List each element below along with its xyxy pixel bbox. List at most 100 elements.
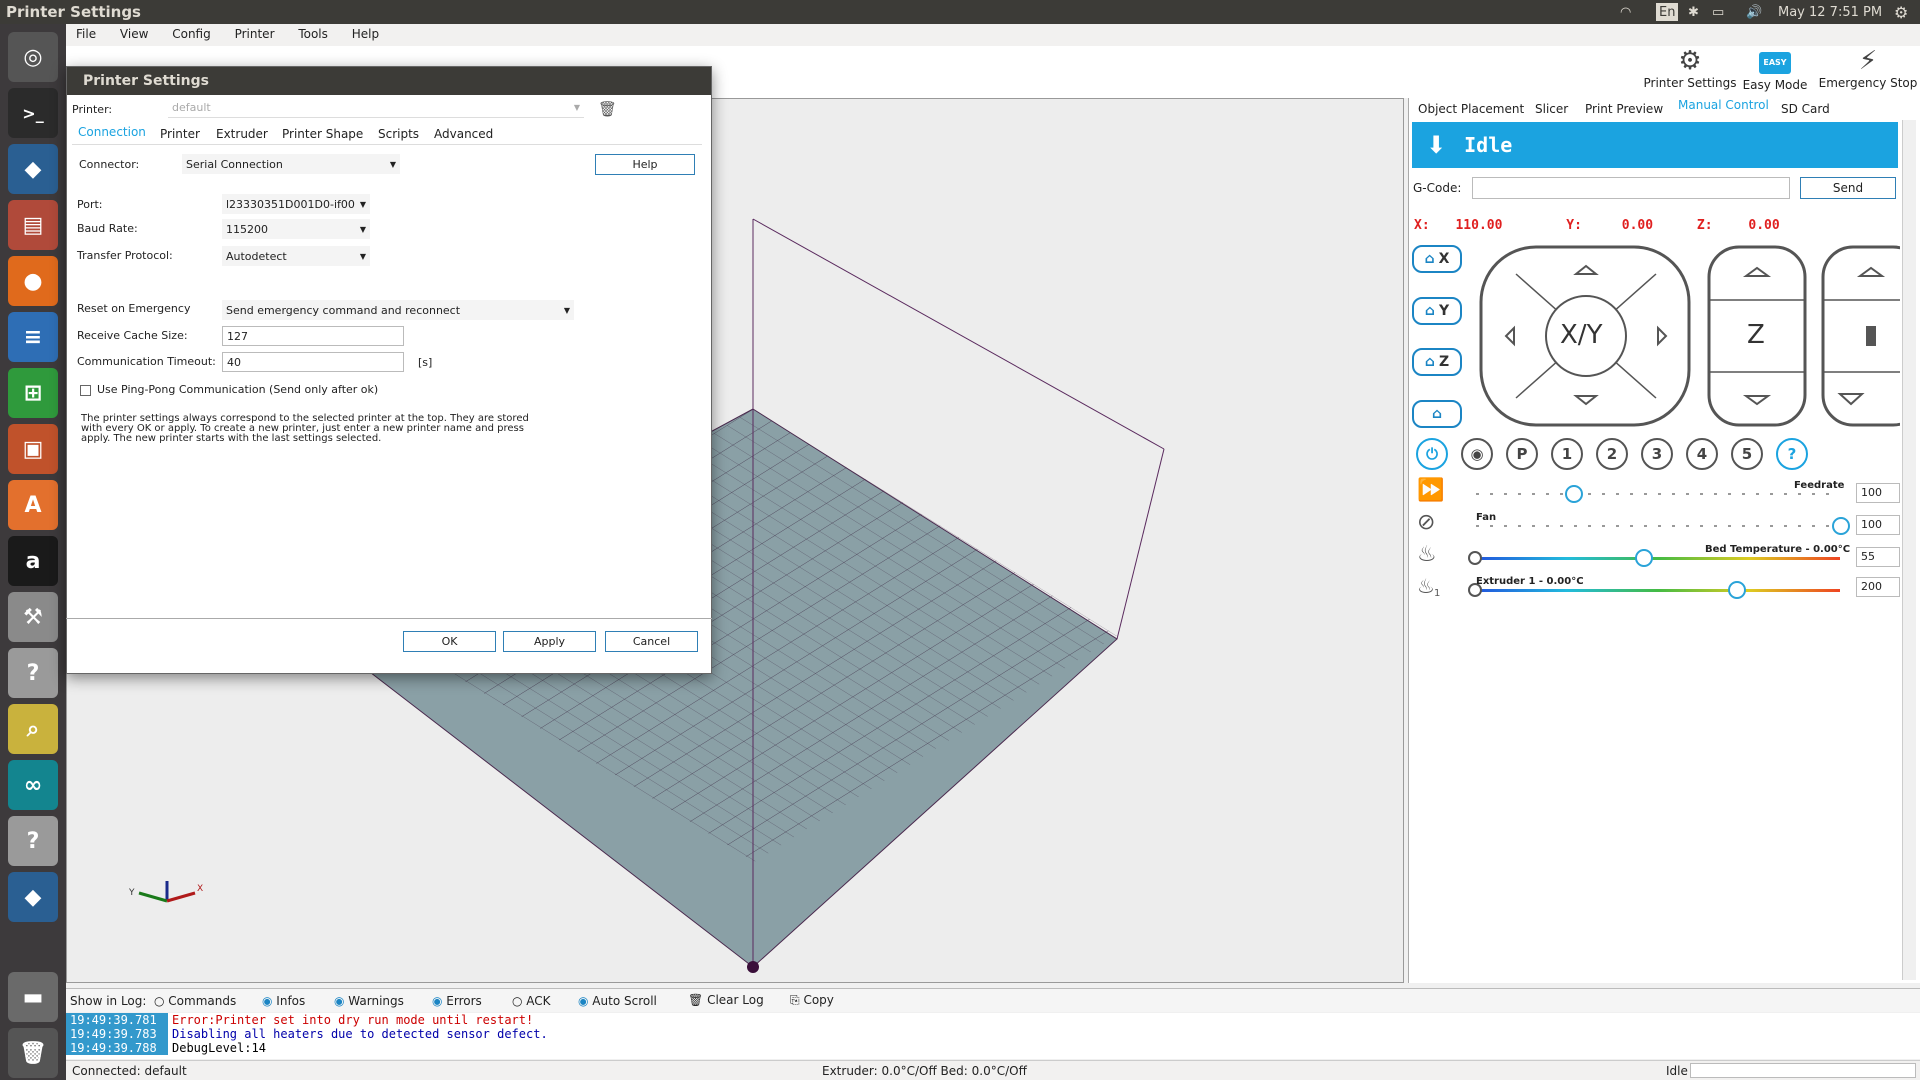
comm-timeout-input[interactable]: 40 bbox=[222, 352, 404, 372]
ubuntu-dash-icon[interactable]: ◎ bbox=[8, 32, 58, 82]
tab-printer-shape[interactable]: Printer Shape bbox=[282, 127, 363, 141]
extruder-temp-knob[interactable] bbox=[1728, 581, 1746, 599]
menu-printer[interactable]: Printer bbox=[225, 24, 285, 41]
feedrate-knob[interactable] bbox=[1565, 485, 1583, 503]
home-y-button[interactable]: ⌂ Y bbox=[1412, 297, 1462, 325]
amazon-icon[interactable]: a bbox=[8, 536, 58, 586]
preset-3-button[interactable]: 3 bbox=[1641, 438, 1673, 470]
log-output[interactable]: 19:49:39.781 Error:Printer set into dry r… bbox=[66, 1013, 1920, 1059]
system-settings-icon[interactable]: ⚒ bbox=[8, 592, 58, 642]
fan-knob[interactable] bbox=[1832, 517, 1850, 535]
emergency-stop-button[interactable]: ⚡ Emergency Stop bbox=[1816, 46, 1920, 90]
home-z-button[interactable]: ⌂ Z bbox=[1412, 348, 1462, 376]
auto-scroll-radio[interactable]: ◉ Auto Scroll bbox=[578, 994, 657, 1008]
apply-button[interactable]: Apply bbox=[503, 631, 596, 652]
arduino-icon[interactable]: ∞ bbox=[8, 760, 58, 810]
wifi-icon[interactable]: ◠ bbox=[1620, 0, 1631, 24]
gcode-input[interactable] bbox=[1472, 177, 1790, 199]
tab-printer[interactable]: Printer bbox=[160, 127, 200, 141]
volume-icon[interactable]: 🔊 bbox=[1746, 0, 1762, 24]
receive-cache-input[interactable]: 127 bbox=[222, 326, 404, 346]
commands-filter-radio[interactable]: ○ Commands bbox=[154, 994, 236, 1008]
home-all-button[interactable]: ⌂ bbox=[1412, 400, 1462, 428]
tab-extruder[interactable]: Extruder bbox=[216, 127, 268, 141]
menu-config[interactable]: Config bbox=[162, 24, 221, 41]
tab-connection[interactable]: Connection bbox=[78, 125, 146, 139]
writer-icon[interactable]: ≡ bbox=[8, 312, 58, 362]
infos-filter-radio[interactable]: ◉ Infos bbox=[262, 994, 305, 1008]
feedrate-input[interactable]: 100 bbox=[1856, 483, 1900, 503]
bed-temp-slider[interactable] bbox=[1476, 557, 1840, 560]
delete-printer-button[interactable]: 🗑 bbox=[598, 100, 617, 118]
menu-file[interactable]: File bbox=[66, 24, 106, 41]
easy-mode-button[interactable]: EASY Easy Mode bbox=[1740, 46, 1810, 92]
bluetooth-icon[interactable]: ✱ bbox=[1688, 0, 1699, 24]
tab-sd-card[interactable]: SD Card bbox=[1781, 102, 1830, 116]
clock[interactable]: May 12 7:51 PM bbox=[1778, 0, 1882, 24]
preset-2-button[interactable]: 2 bbox=[1596, 438, 1628, 470]
image-viewer-icon[interactable]: ⌕ bbox=[8, 704, 58, 754]
bed-temp-knob[interactable] bbox=[1635, 549, 1653, 567]
right-panel-scrollbar[interactable] bbox=[1902, 120, 1916, 980]
pingpong-checkbox[interactable] bbox=[80, 385, 91, 396]
dialog-title[interactable]: Printer Settings bbox=[67, 67, 711, 95]
printer-select[interactable]: default ▼ bbox=[168, 98, 584, 118]
unknown-app-icon[interactable]: ? bbox=[8, 648, 58, 698]
ack-filter-radio[interactable]: ○ ACK bbox=[512, 994, 551, 1008]
power-button[interactable]: ⏻ bbox=[1416, 438, 1448, 470]
clear-log-button[interactable]: 🗑 Clear Log bbox=[688, 993, 764, 1007]
help-circle-button[interactable]: ? bbox=[1776, 438, 1808, 470]
home-x-button[interactable]: ⌂ X bbox=[1412, 245, 1462, 273]
repetier-host-icon[interactable]: ◆ bbox=[8, 872, 58, 922]
extruder-temp-slider[interactable] bbox=[1476, 589, 1840, 592]
fan-input[interactable]: 100 bbox=[1856, 515, 1900, 535]
tab-object-placement[interactable]: Object Placement bbox=[1418, 102, 1524, 116]
connector-select[interactable]: Serial Connection ▼ bbox=[182, 154, 400, 174]
transfer-protocol-select[interactable]: Autodetect ▼ bbox=[222, 246, 370, 266]
software-center-icon[interactable]: A bbox=[8, 480, 58, 530]
impress-icon[interactable]: ▣ bbox=[8, 424, 58, 474]
transfer-protocol-value: Autodetect bbox=[226, 249, 287, 263]
menu-tools[interactable]: Tools bbox=[288, 24, 338, 41]
tab-advanced[interactable]: Advanced bbox=[434, 127, 493, 141]
send-button[interactable]: Send bbox=[1800, 177, 1896, 199]
help-button[interactable]: Help bbox=[595, 154, 695, 175]
copy-log-button[interactable]: ⎘ Copy bbox=[790, 993, 834, 1008]
drive-icon[interactable]: ▬ bbox=[8, 972, 58, 1022]
preset-5-button[interactable]: 5 bbox=[1731, 438, 1763, 470]
keyboard-layout-indicator[interactable]: En bbox=[1656, 3, 1679, 21]
preset-p-button[interactable]: P bbox=[1506, 438, 1538, 470]
baud-rate-select[interactable]: 115200 ▼ bbox=[222, 219, 370, 239]
tab-print-preview[interactable]: Print Preview bbox=[1585, 102, 1663, 116]
firefox-icon[interactable]: ● bbox=[8, 256, 58, 306]
bed-temp-input[interactable]: 55 bbox=[1856, 547, 1900, 567]
printer-settings-button[interactable]: ⚙ Printer Settings bbox=[1640, 46, 1740, 90]
repetier-icon[interactable]: ◆ bbox=[8, 144, 58, 194]
fan-slider[interactable] bbox=[1476, 525, 1840, 527]
feedrate-slider[interactable] bbox=[1476, 493, 1840, 495]
preset-4-button[interactable]: 4 bbox=[1686, 438, 1718, 470]
files-icon[interactable]: ▤ bbox=[8, 200, 58, 250]
unknown-app-icon-2[interactable]: ? bbox=[8, 816, 58, 866]
menu-help[interactable]: Help bbox=[342, 24, 389, 41]
trash-icon[interactable]: 🗑 bbox=[8, 1028, 58, 1078]
gear-icon[interactable]: ⚙ bbox=[1894, 0, 1908, 24]
menu-view[interactable]: View bbox=[110, 24, 158, 41]
port-select[interactable]: l23330351D001D0-if00 ▼ bbox=[222, 194, 370, 214]
terminal-icon[interactable]: >_ bbox=[8, 88, 58, 138]
ok-button[interactable]: OK bbox=[403, 631, 496, 652]
extruder-jog-pad[interactable] bbox=[1820, 244, 1900, 430]
preset-1-button[interactable]: 1 bbox=[1551, 438, 1583, 470]
tab-slicer[interactable]: Slicer bbox=[1535, 102, 1568, 116]
calc-icon[interactable]: ⊞ bbox=[8, 368, 58, 418]
cancel-button[interactable]: Cancel bbox=[605, 631, 698, 652]
stop-motors-button[interactable]: ◉ bbox=[1461, 438, 1493, 470]
battery-icon[interactable]: ▭ bbox=[1712, 0, 1724, 24]
reset-emergency-select[interactable]: Send emergency command and reconnect ▼ bbox=[222, 300, 574, 320]
extruder-temp-input[interactable]: 200 bbox=[1856, 577, 1900, 597]
tab-scripts[interactable]: Scripts bbox=[378, 127, 419, 141]
warnings-filter-radio[interactable]: ◉ Warnings bbox=[334, 994, 404, 1008]
errors-filter-radio[interactable]: ◉ Errors bbox=[432, 994, 482, 1008]
baud-rate-value: 115200 bbox=[226, 222, 268, 236]
tab-manual-control[interactable]: Manual Control bbox=[1678, 98, 1769, 112]
